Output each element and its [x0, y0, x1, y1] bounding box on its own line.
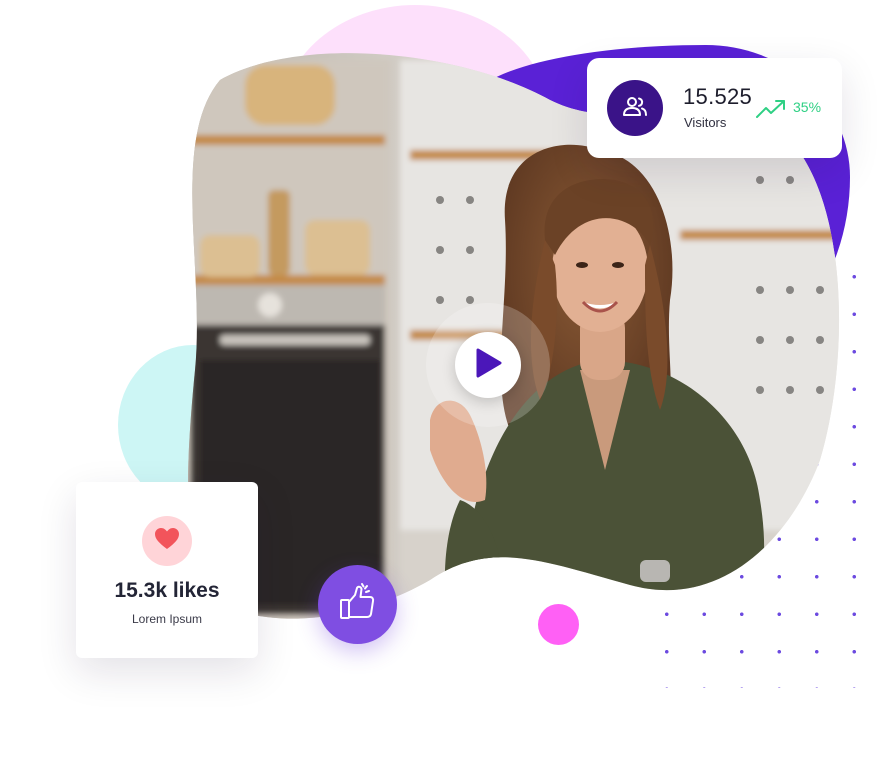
likes-count: 15.3k likes: [114, 579, 220, 602]
visitors-stat-card: 15.525 Visitors 35%: [587, 58, 842, 158]
visitors-avatar: [607, 80, 663, 136]
play-icon: [474, 348, 502, 383]
heart-badge: [142, 516, 192, 566]
trend-up-icon: [755, 98, 787, 125]
play-button[interactable]: [455, 332, 521, 398]
users-icon: [622, 95, 648, 122]
thumbs-up-icon: [338, 582, 378, 627]
likes-stat-card: 15.3k likes Lorem Ipsum: [76, 482, 258, 658]
magenta-decor-dot: [538, 604, 579, 645]
thumbs-up-badge: [318, 565, 397, 644]
heart-icon: [154, 527, 180, 555]
trend-percent: 35%: [793, 99, 822, 115]
visitors-count: 15.525: [683, 84, 753, 109]
visitors-label: Visitors: [684, 115, 727, 130]
likes-subtitle: Lorem Ipsum: [131, 612, 203, 626]
